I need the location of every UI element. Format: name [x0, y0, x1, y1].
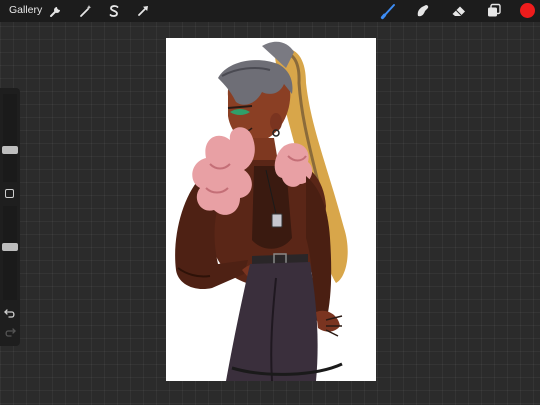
redo-icon[interactable]	[3, 326, 17, 338]
smudge-icon[interactable]	[414, 2, 432, 20]
top-toolbar: Gallery	[0, 0, 540, 22]
color-picker-button[interactable]	[520, 3, 535, 18]
gallery-button[interactable]: Gallery	[9, 4, 42, 16]
brush-icon[interactable]	[380, 2, 398, 20]
brush-size-thumb[interactable]	[2, 146, 18, 154]
opacity-thumb[interactable]	[2, 243, 18, 252]
eraser-icon[interactable]	[450, 2, 468, 20]
transform-arrow-icon[interactable]	[135, 3, 151, 19]
magic-wand-icon[interactable]	[78, 3, 94, 19]
layers-icon[interactable]	[485, 2, 503, 20]
undo-icon[interactable]	[3, 307, 17, 319]
opacity-slider[interactable]	[2, 206, 18, 300]
character-illustration	[175, 41, 348, 381]
selection-s-icon[interactable]	[106, 3, 122, 19]
modify-square-icon[interactable]	[5, 189, 14, 198]
left-sidebar	[0, 88, 20, 346]
drawing-canvas[interactable]	[166, 38, 376, 381]
wrench-icon[interactable]	[48, 3, 64, 19]
brush-size-slider[interactable]	[2, 94, 18, 182]
